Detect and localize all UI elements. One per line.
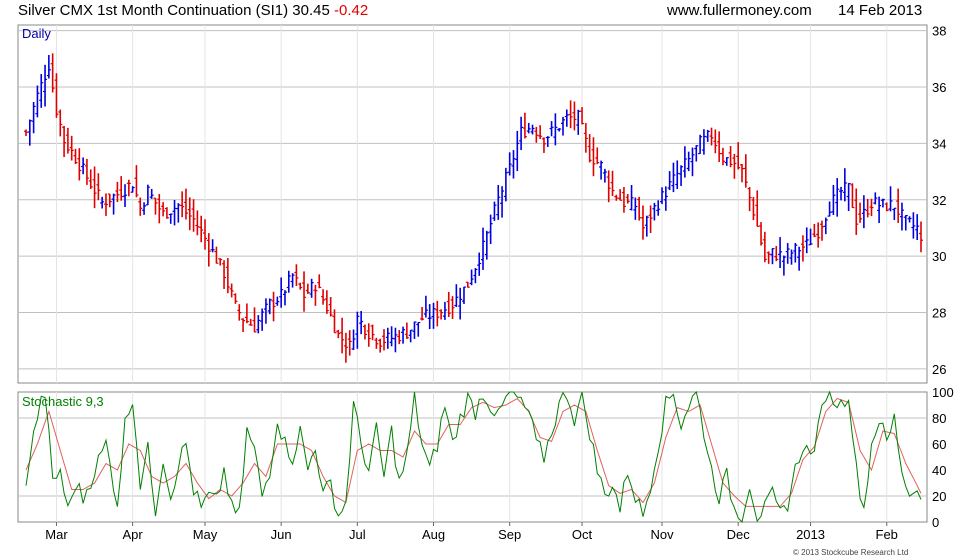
price-panel <box>17 24 928 384</box>
x-tick-label: Apr <box>123 527 144 542</box>
stochastic-tick-label: 100 <box>932 385 954 400</box>
stochastic-tick-label: 40 <box>932 463 946 478</box>
x-tick-label: Jul <box>349 527 366 542</box>
x-tick-label: Jun <box>271 527 292 542</box>
x-tick-label: Mar <box>45 527 68 542</box>
x-tick-label: Sep <box>498 527 521 542</box>
stochastic-tick-label: 20 <box>932 489 946 504</box>
price-tick-label: 30 <box>932 249 946 264</box>
x-tick-label: Nov <box>650 527 674 542</box>
x-tick-label: Feb <box>876 527 898 542</box>
price-tick-label: 28 <box>932 306 946 321</box>
price-tick-label: 32 <box>932 193 946 208</box>
price-tick-label: 36 <box>932 80 946 95</box>
stochastic-tick-label: 0 <box>932 515 939 530</box>
x-tick-label: May <box>193 527 218 542</box>
price-tick-label: 38 <box>932 24 946 39</box>
x-tick-label: Aug <box>422 527 445 542</box>
price-panel-label: Daily <box>22 26 51 41</box>
chart-canvas: 26 28 30 32 34 36 38 0 20 40 60 80 100 Mar Apr May Jun Ju… <box>17 24 954 542</box>
stochastic-tick-label: 60 <box>932 437 946 452</box>
x-tick-label: Oct <box>572 527 593 542</box>
price-tick-label: 26 <box>932 362 946 377</box>
price-tick-label: 34 <box>932 136 946 151</box>
stochastic-panel-label: Stochastic 9,3 <box>22 394 104 409</box>
stochastic-tick-label: 80 <box>932 411 946 426</box>
x-tick-label: 2013 <box>796 527 825 542</box>
x-tick-label: Dec <box>727 527 751 542</box>
